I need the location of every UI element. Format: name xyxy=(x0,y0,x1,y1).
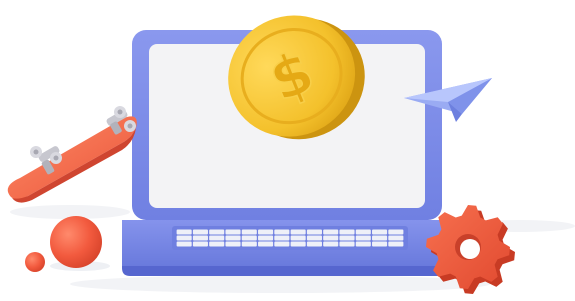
keyboard-key xyxy=(306,229,322,235)
keyboard-key xyxy=(225,241,241,247)
keyboard-key xyxy=(176,241,192,247)
keyboard-key xyxy=(306,241,322,247)
keyboard-key xyxy=(339,241,355,247)
keyboard-key xyxy=(372,229,388,235)
keyboard-key xyxy=(258,229,274,235)
keyboard-key xyxy=(372,241,388,247)
keyboard-key xyxy=(192,235,208,241)
keyboard-key xyxy=(290,235,306,241)
laptop-base xyxy=(122,220,452,276)
keyboard-key xyxy=(274,241,290,247)
keyboard-key xyxy=(355,229,371,235)
keyboard-key xyxy=(176,235,192,241)
keyboard-key xyxy=(209,235,225,241)
keyboard-key xyxy=(225,229,241,235)
keyboard-key xyxy=(388,241,404,247)
keyboard-key xyxy=(323,229,339,235)
keyboard-key xyxy=(176,229,192,235)
gear-hole-center xyxy=(460,239,480,259)
keyboard-key xyxy=(323,241,339,247)
keyboard-key xyxy=(192,241,208,247)
keyboard-key xyxy=(290,229,306,235)
keyboard-key xyxy=(209,241,225,247)
keyboard-key xyxy=(274,229,290,235)
skateboard-icon xyxy=(7,106,137,203)
keyboard-key xyxy=(290,241,306,247)
keyboard-key xyxy=(241,235,257,241)
keyboard-key xyxy=(306,235,322,241)
keyboard-key xyxy=(274,235,290,241)
keyboard-key xyxy=(192,229,208,235)
large-sphere xyxy=(50,216,102,268)
keyboard-key xyxy=(258,241,274,247)
small-sphere xyxy=(25,252,45,272)
keyboard-key xyxy=(258,235,274,241)
keyboard-key xyxy=(372,235,388,241)
illustration-stage: $ xyxy=(0,0,575,301)
keyboard-key xyxy=(355,235,371,241)
keyboard-key xyxy=(225,235,241,241)
keyboard-key xyxy=(241,229,257,235)
keyboard-key xyxy=(355,241,371,247)
decorative-spheres xyxy=(25,216,110,272)
keyboard-key xyxy=(241,241,257,247)
keyboard-key xyxy=(339,229,355,235)
keyboard-key xyxy=(209,229,225,235)
keyboard-key xyxy=(388,229,404,235)
keyboard-key xyxy=(323,235,339,241)
keyboard-key xyxy=(388,235,404,241)
keyboard-key xyxy=(339,235,355,241)
laptop-finance-illustration: $ xyxy=(7,15,575,294)
